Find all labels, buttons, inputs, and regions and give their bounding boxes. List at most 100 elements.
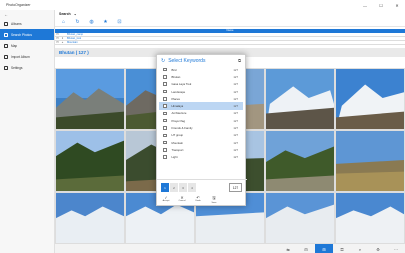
photo-thumbnail[interactable]: [55, 130, 125, 192]
maximize-button[interactable]: ☐: [373, 0, 389, 10]
keyword-checkbox[interactable]: [163, 82, 167, 86]
photo-thumbnail[interactable]: [335, 68, 405, 130]
dialog-header: ↻ Select Keywords ⧉: [157, 55, 245, 66]
list-view-icon[interactable]: ⊟: [297, 244, 315, 253]
list-item[interactable]: Gasa Laya Trek 127: [159, 81, 243, 88]
list-item[interactable]: Light 127: [159, 154, 243, 161]
sidebar-item-search-photos[interactable]: Search Photos: [0, 29, 54, 40]
list-item[interactable]: Architecture 127: [159, 110, 243, 117]
sidebar-item-import-album[interactable]: Import Album: [0, 51, 54, 62]
photo-thumbnail[interactable]: [265, 130, 335, 192]
refresh-icon[interactable]: ↻: [161, 58, 165, 64]
photo-thumbnail[interactable]: [335, 130, 405, 192]
keyword-label: Landscape: [171, 89, 186, 94]
list-item-selected[interactable]: Himalaya 127: [159, 102, 243, 110]
keyword-checkbox[interactable]: [163, 133, 167, 138]
sidebar: ← Albums Search Photos Map Import Album …: [0, 10, 55, 253]
keyword-checkbox[interactable]: [163, 126, 167, 130]
keyword-count: 127: [233, 111, 238, 116]
grid-view-icon[interactable]: ⊞: [315, 244, 333, 253]
segment-2[interactable]: 2: [170, 183, 178, 192]
sidebar-item-settings[interactable]: Settings: [0, 62, 54, 73]
row-text: Bhutan_camp: [67, 33, 84, 36]
sidebar-item-label: Map: [11, 43, 18, 48]
list-item[interactable]: Transport 127: [159, 146, 243, 153]
expand-icon[interactable]: ⧉: [238, 58, 241, 63]
dialog-actions: ✓ Accept ✕ Cancel ↶ Undo 🖫 Save: [161, 195, 219, 204]
keyword-label: Himalaya: [171, 104, 184, 109]
gear-icon: [4, 65, 8, 70]
key-icon[interactable]: ⚿: [333, 244, 351, 253]
swap-icon[interactable]: ⇆: [279, 244, 297, 253]
keyword-label: HT group: [171, 133, 184, 138]
keyword-count: 127: [233, 104, 238, 109]
keyword-checkbox[interactable]: [163, 89, 167, 94]
dialog-title: Select Keywords: [168, 57, 206, 64]
albums-icon: [4, 21, 8, 26]
globe-icon[interactable]: ◍: [89, 19, 94, 25]
segment-3[interactable]: 3: [179, 183, 187, 192]
tag-icon[interactable]: ⊡: [117, 19, 122, 25]
undo-button[interactable]: ↶ Undo: [193, 195, 203, 204]
keyword-checkbox[interactable]: [163, 148, 167, 152]
keyword-checkbox[interactable]: [163, 155, 167, 159]
gear-icon[interactable]: ⚙: [369, 244, 387, 253]
keyword-count: 127: [233, 133, 238, 138]
search-icon[interactable]: ⌕: [351, 244, 369, 253]
keyword-label: Transport: [171, 147, 184, 152]
sidebar-item-label: Albums: [11, 21, 22, 26]
keyword-checkbox[interactable]: [163, 140, 167, 145]
list-item[interactable]: Prayer flag 127: [159, 117, 243, 124]
table-row[interactable]: ☐ + Mountain: [55, 41, 405, 45]
keyword-label: Places: [171, 96, 180, 101]
segment-4[interactable]: 4: [188, 183, 196, 192]
keyword-label: Mountain: [171, 140, 184, 145]
more-icon[interactable]: ⋯: [387, 244, 405, 253]
list-item[interactable]: Places 127: [159, 95, 243, 102]
close-button[interactable]: ✕: [389, 0, 405, 10]
list-item[interactable]: Landscape 127: [159, 88, 243, 95]
refresh-icon[interactable]: ↻: [75, 19, 80, 25]
keyword-label: Bird: [171, 67, 177, 72]
keyword-checkbox[interactable]: [163, 97, 167, 101]
cancel-label: Cancel: [178, 200, 186, 202]
keyword-checkbox[interactable]: [163, 111, 167, 116]
keyword-label: Light: [171, 155, 178, 160]
search-toolbar: ⌂ ↻ ◍ ★ ⊡: [55, 18, 405, 27]
search-dropdown-icon[interactable]: ⌄: [74, 12, 77, 16]
home-icon[interactable]: ⌂: [61, 19, 66, 25]
keyword-checkbox[interactable]: [163, 118, 167, 123]
undo-label: Undo: [195, 200, 201, 202]
photo-thumbnail[interactable]: [265, 68, 335, 130]
sidebar-item-albums[interactable]: Albums: [0, 18, 54, 29]
photo-thumbnail[interactable]: [55, 68, 125, 130]
list-item[interactable]: Mountain 127: [159, 139, 243, 146]
list-item[interactable]: Friends & Family 127: [159, 124, 243, 131]
list-item[interactable]: HT group 127: [159, 132, 243, 139]
keyword-label: Architecture: [171, 111, 187, 116]
keyword-count: 127: [233, 74, 238, 79]
accept-button[interactable]: ✓ Accept: [161, 195, 171, 204]
minimize-button[interactable]: —: [357, 0, 373, 10]
star-icon[interactable]: ★: [103, 19, 108, 25]
keyword-label: Bhutan: [171, 74, 181, 79]
map-icon: [4, 43, 8, 48]
row-checkbox[interactable]: ☐: [55, 33, 60, 36]
keyword-count: 127: [233, 147, 238, 152]
keyword-checkbox[interactable]: [163, 104, 167, 108]
keyword-checkbox[interactable]: [163, 75, 167, 79]
keyword-checkbox[interactable]: [163, 67, 167, 72]
sidebar-item-map[interactable]: Map: [0, 40, 54, 51]
cancel-button[interactable]: ✕ Cancel: [177, 195, 187, 204]
list-item[interactable]: Bhutan 127: [159, 73, 243, 80]
save-button[interactable]: 🖫 Save: [209, 195, 219, 204]
search-label: Search: [59, 12, 71, 16]
keyword-count: 127: [233, 67, 238, 72]
row-text: Bhutan_trek: [67, 37, 81, 40]
list-item[interactable]: Bird 127: [159, 66, 243, 73]
segment-1[interactable]: 1: [161, 183, 169, 192]
save-label: Save: [211, 202, 217, 204]
back-button[interactable]: ←: [0, 10, 54, 18]
title-bar: PhotoOrganizer — ☐ ✕: [0, 0, 405, 10]
keyword-count: 127: [233, 82, 238, 87]
